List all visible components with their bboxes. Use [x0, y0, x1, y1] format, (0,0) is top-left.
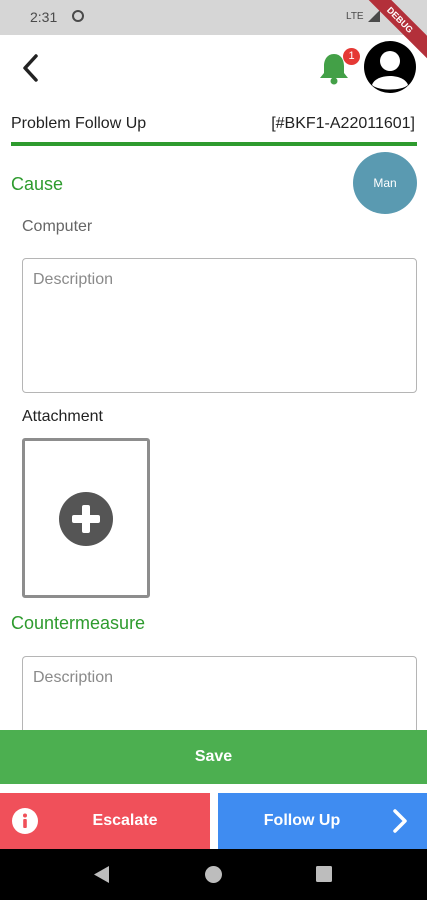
nav-recents-icon[interactable]	[316, 866, 332, 882]
system-nav-bar	[0, 849, 427, 900]
cause-heading: Cause	[11, 174, 64, 194]
network-type: LTE	[346, 11, 364, 22]
chevron-right-icon	[393, 809, 407, 833]
follow-up-button[interactable]: Follow Up	[218, 793, 427, 849]
nav-home-icon[interactable]	[205, 866, 222, 883]
countermeasure-heading: Countermeasure	[11, 613, 146, 633]
notification-badge: 1	[343, 48, 360, 65]
cause-item-label: Computer	[22, 218, 93, 235]
nav-back-icon[interactable]	[94, 866, 110, 883]
back-button[interactable]	[16, 50, 48, 86]
follow-up-label: Follow Up	[263, 812, 341, 829]
save-button[interactable]: Save	[0, 730, 427, 784]
signal-icon	[368, 10, 380, 22]
status-bar: 2:31 LTE DEBUG	[0, 0, 427, 65]
sync-icon	[72, 10, 84, 22]
plus-circle-icon	[59, 492, 113, 546]
cause-description-input[interactable]	[22, 258, 417, 393]
chevron-left-icon	[23, 54, 38, 82]
problem-code: [#BKF1-A22011601]	[271, 115, 415, 132]
add-attachment-button[interactable]	[22, 438, 150, 598]
user-avatar-icon	[364, 41, 416, 93]
escalate-label: Escalate	[92, 812, 158, 829]
page-title: Problem Follow Up	[11, 115, 147, 132]
category-chip[interactable]: Man	[353, 152, 417, 214]
countermeasure-description-input[interactable]	[22, 656, 417, 730]
status-time: 2:31	[30, 9, 58, 25]
title-divider	[11, 142, 417, 146]
escalate-button[interactable]: Escalate	[0, 793, 210, 849]
avatar[interactable]	[364, 41, 416, 93]
attachment-label: Attachment	[22, 408, 103, 425]
